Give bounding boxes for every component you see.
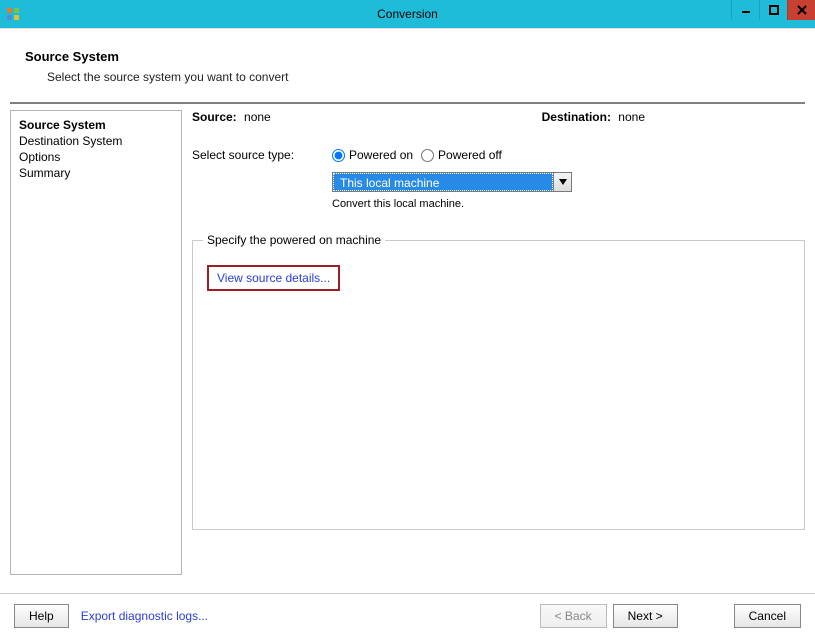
specify-machine-groupbox: Specify the powered on machine View sour… — [192, 240, 805, 530]
next-button[interactable]: Next > — [613, 604, 678, 628]
source-label: Source: — [192, 110, 237, 124]
radio-powered-off-input[interactable] — [421, 149, 434, 162]
select-source-type-label: Select source type: — [192, 148, 332, 162]
page-subtitle: Select the source system you want to con… — [47, 70, 805, 84]
destination-summary: Destination: none — [542, 110, 645, 124]
view-source-details-link[interactable]: View source details... — [217, 271, 330, 285]
wizard-main: Source: none Destination: none Select so… — [192, 104, 805, 574]
destination-label: Destination: — [542, 110, 611, 124]
radio-powered-off-label: Powered off — [438, 148, 502, 162]
radio-powered-on[interactable]: Powered on — [332, 148, 413, 162]
dropdown-helper-text: Convert this local machine. — [332, 198, 805, 210]
radio-powered-off[interactable]: Powered off — [421, 148, 502, 162]
window-title: Conversion — [0, 7, 815, 21]
step-options[interactable]: Options — [19, 149, 173, 165]
source-machine-dropdown[interactable]: This local machine — [332, 172, 572, 192]
step-summary[interactable]: Summary — [19, 165, 173, 181]
maximize-button[interactable] — [759, 0, 787, 20]
close-button[interactable] — [787, 0, 815, 20]
page-title: Source System — [25, 49, 805, 64]
dropdown-arrow-icon[interactable] — [553, 173, 571, 191]
radio-powered-on-input[interactable] — [332, 149, 345, 162]
radio-powered-on-label: Powered on — [349, 148, 413, 162]
groupbox-legend: Specify the powered on machine — [203, 233, 385, 247]
back-button: < Back — [540, 604, 607, 628]
source-machine-selected: This local machine — [333, 173, 553, 191]
cancel-button[interactable]: Cancel — [734, 604, 801, 628]
export-diagnostic-logs-link[interactable]: Export diagnostic logs... — [81, 609, 208, 623]
wizard-header: Source System Select the source system y… — [0, 29, 815, 94]
minimize-button[interactable] — [731, 0, 759, 20]
help-button[interactable]: Help — [14, 604, 69, 628]
step-destination-system[interactable]: Destination System — [19, 133, 173, 149]
app-icon — [6, 7, 20, 21]
destination-value: none — [618, 110, 645, 124]
view-source-details-highlight: View source details... — [207, 265, 340, 291]
source-value: none — [244, 110, 271, 124]
source-summary: Source: none — [192, 110, 271, 124]
wizard-footer: Help Export diagnostic logs... < Back Ne… — [0, 593, 815, 637]
step-source-system[interactable]: Source System — [19, 117, 173, 133]
wizard-steps-sidebar: Source System Destination System Options… — [10, 110, 182, 575]
title-bar: Conversion — [0, 0, 815, 28]
